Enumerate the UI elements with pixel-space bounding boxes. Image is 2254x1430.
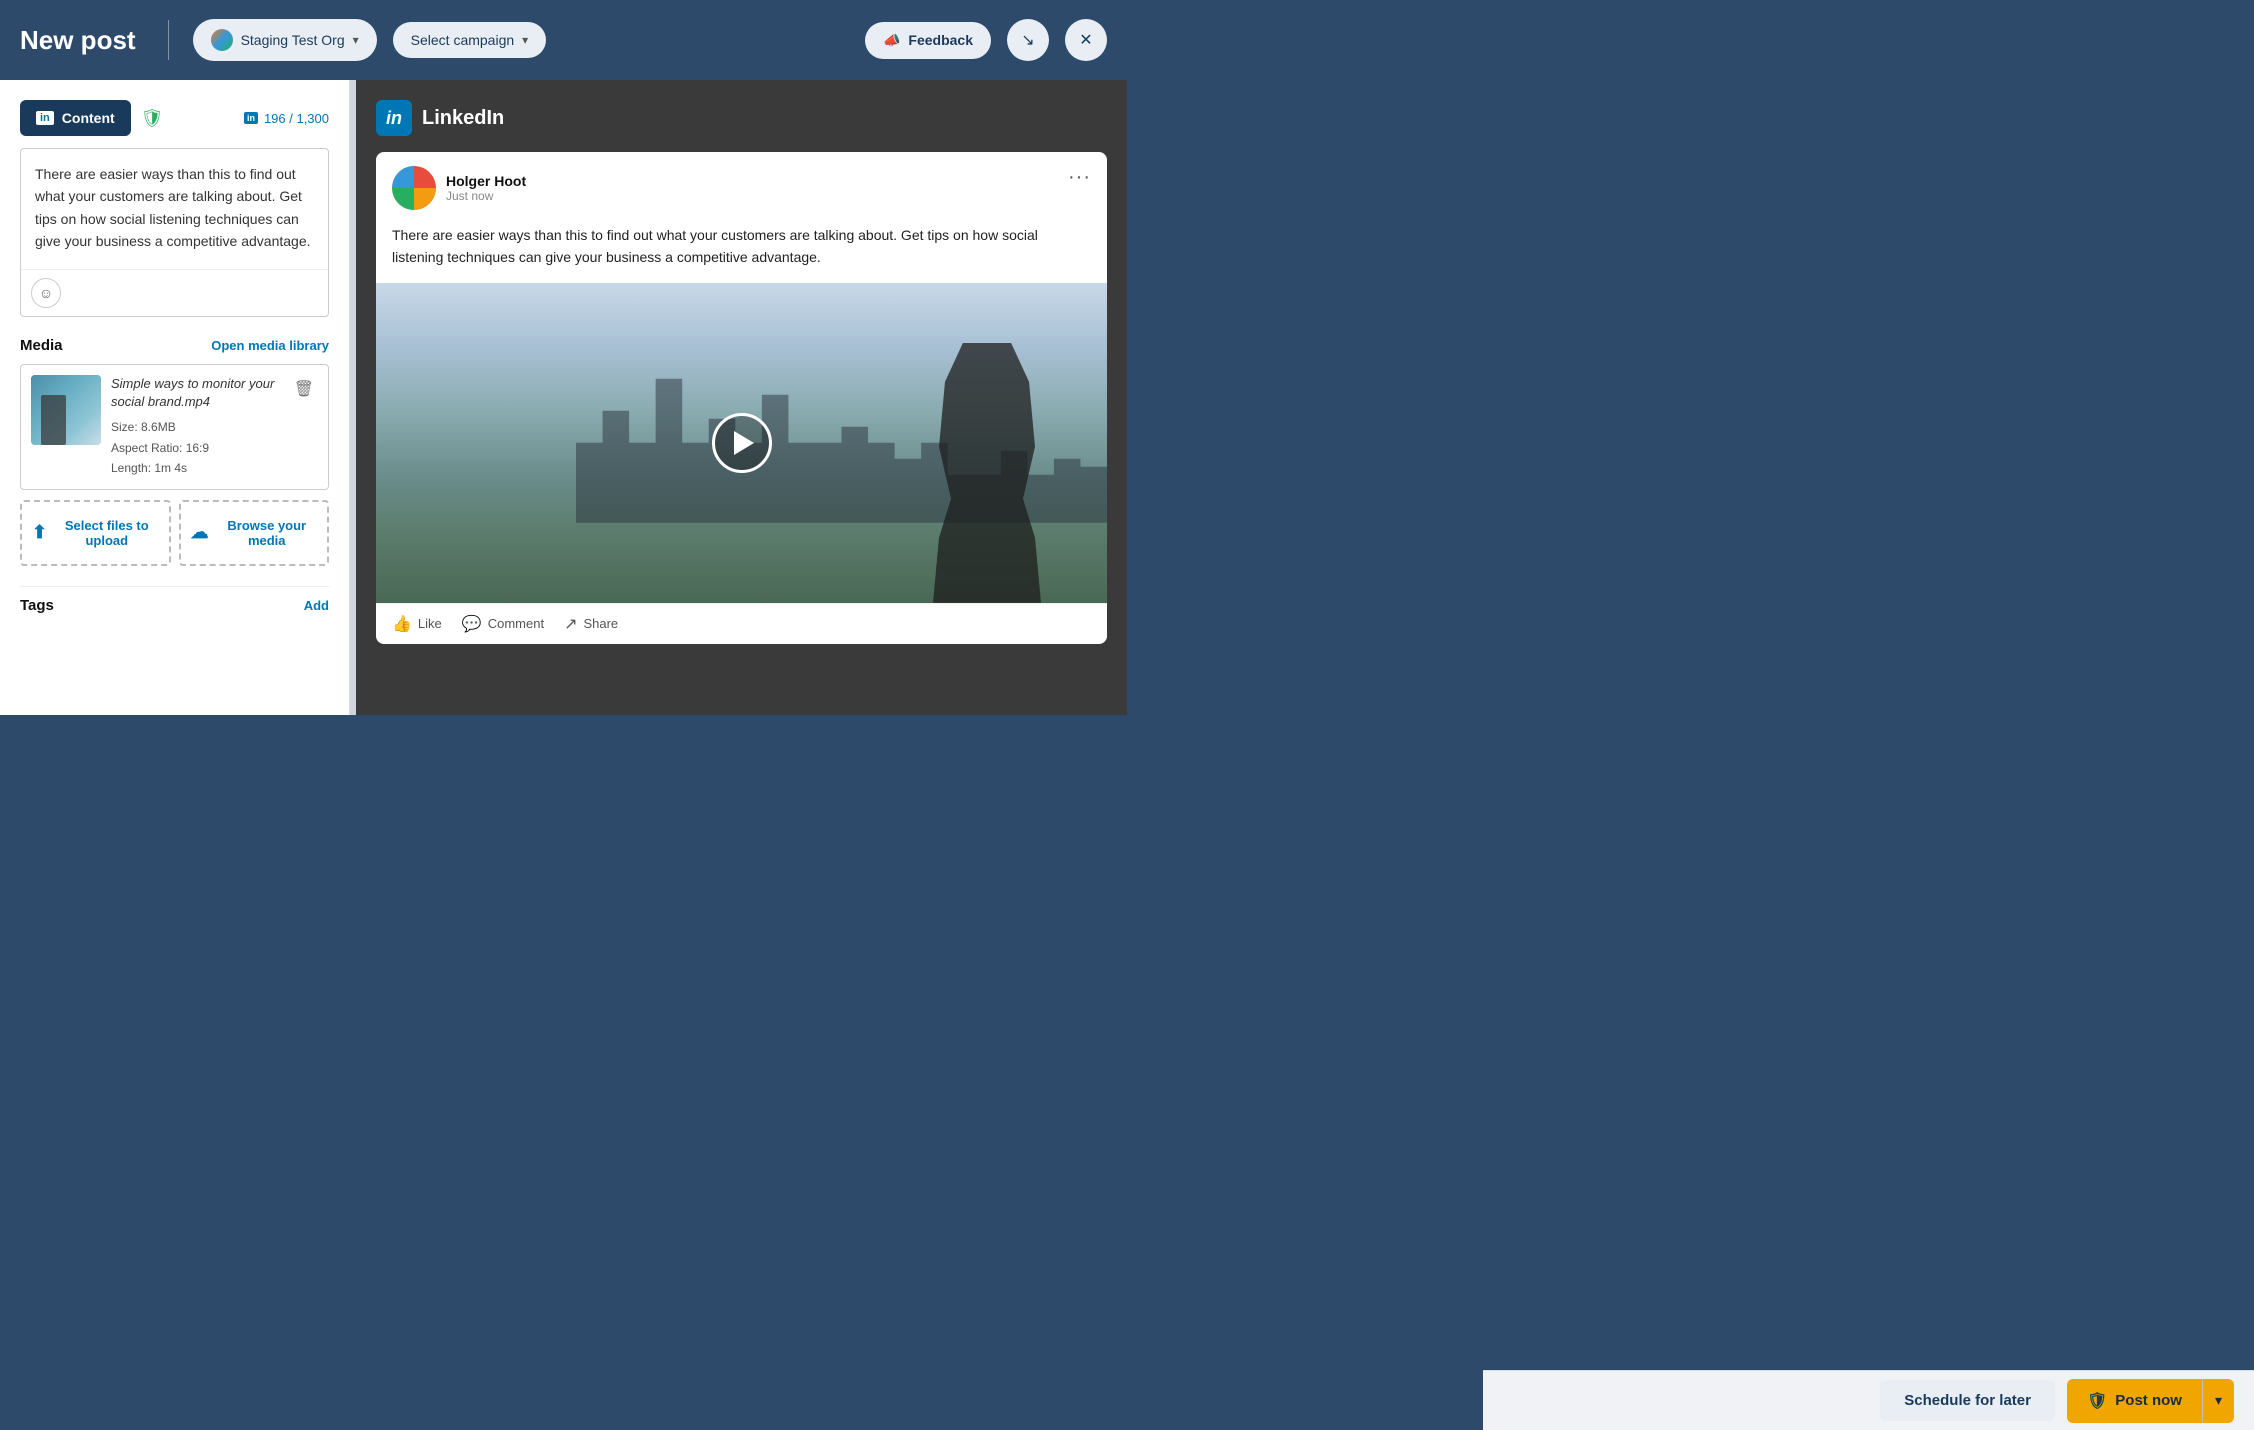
comment-button[interactable]: 💬 Comment [462,614,544,634]
bottom-bar: Schedule for later 🛡 Post now ▾ [1483,1370,2254,1430]
post-actions: 👍 Like 💬 Comment ↗ Share [376,603,1107,644]
shield-icon: 🛡 [141,108,164,129]
delete-media-button[interactable]: 🗑 [290,375,318,403]
post-now-chevron-button[interactable]: ▾ [2203,1379,2234,1423]
left-panel: in Content 🛡 in 196 / 1,300 There are ea… [0,80,350,715]
play-icon [734,431,754,455]
upload-row: ⬆ Select files to upload ☁ Browse your m… [20,500,329,566]
share-icon: ↗ [564,614,577,634]
char-count-icon: in [244,112,258,124]
close-icon: ✕ [1079,30,1092,50]
share-button[interactable]: ↗ Share [564,614,618,634]
trash-icon: 🗑 [294,381,314,398]
open-media-library-link[interactable]: Open media library [211,338,329,353]
post-now-group: 🛡 Post now ▾ [2067,1379,2234,1423]
page-title: New post [20,25,136,56]
tags-label: Tags [20,597,54,614]
media-size: Size: 8.6MB Aspect Ratio: 16:9 Length: 1… [111,417,280,478]
post-card: Holger Hoot Just now ··· There are easie… [376,152,1107,644]
content-tab-label: Content [62,110,115,126]
header: New post Staging Test Org ▾ Select campa… [0,0,1127,80]
author-avatar [392,166,436,210]
linkedin-tab-icon: in [36,111,54,125]
browse-icon: ☁ [191,522,209,543]
schedule-later-button[interactable]: Schedule for later [1880,1380,2055,1421]
comment-label: Comment [488,616,544,631]
org-chevron-icon: ▾ [353,33,359,47]
org-name: Staging Test Org [241,32,345,48]
post-now-shield-icon: 🛡 [2087,1391,2107,1411]
text-area-toolbar: ☺ [21,269,328,316]
linkedin-logo: in [376,100,412,136]
feedback-label: Feedback [908,32,973,48]
right-panel: in LinkedIn Holger Hoot Just now ··· The… [356,80,1127,715]
campaign-selector[interactable]: Select campaign ▾ [393,22,547,58]
campaign-label: Select campaign [411,32,515,48]
thumbnail-image [31,375,101,445]
video-overlay [376,283,1107,603]
select-files-label: Select files to upload [55,518,158,548]
post-now-button[interactable]: 🛡 Post now [2067,1379,2202,1423]
post-preview-text: There are easier ways than this to find … [376,224,1107,283]
post-text-content[interactable]: There are easier ways than this to find … [21,149,328,269]
like-button[interactable]: 👍 Like [392,614,442,634]
browse-media-label: Browse your media [217,518,318,548]
emoji-icon: ☺ [39,285,53,301]
more-options-button[interactable]: ··· [1068,166,1091,189]
media-item: Simple ways to monitor your social brand… [20,364,329,490]
post-image [376,283,1107,603]
preview-header: in LinkedIn [376,100,1107,136]
content-tab[interactable]: in Content [20,100,131,136]
main-layout: in Content 🛡 in 196 / 1,300 There are ea… [0,80,1127,715]
select-files-button[interactable]: ⬆ Select files to upload [20,500,171,566]
comment-icon: 💬 [462,614,482,634]
org-selector[interactable]: Staging Test Org ▾ [193,19,377,61]
char-count-value: 196 / 1,300 [264,111,329,126]
content-tab-header: in Content 🛡 in 196 / 1,300 [20,100,329,136]
media-file-name: Simple ways to monitor your social brand… [111,375,280,411]
minimize-button[interactable]: ↘ [1007,19,1049,61]
post-text-area-wrapper: There are easier ways than this to find … [20,148,329,317]
share-label: Share [583,616,618,631]
minimize-icon: ↘ [1021,30,1034,50]
post-card-header: Holger Hoot Just now ··· [376,152,1107,224]
post-now-label: Post now [2115,1392,2182,1409]
like-label: Like [418,616,442,631]
campaign-chevron-icon: ▾ [522,33,528,47]
media-section-header: Media Open media library [20,337,329,354]
media-title: Media [20,337,63,354]
post-author: Holger Hoot Just now [392,166,526,210]
media-thumbnail [31,375,101,445]
preview-platform-name: LinkedIn [422,107,504,130]
tags-add-button[interactable]: Add [304,598,329,613]
thumbnail-figure [41,395,66,445]
emoji-button[interactable]: ☺ [31,278,61,308]
author-name: Holger Hoot [446,173,526,189]
browse-media-button[interactable]: ☁ Browse your media [179,500,330,566]
org-icon [211,29,233,51]
like-icon: 👍 [392,614,412,634]
feedback-button[interactable]: 📣 Feedback [865,22,991,59]
media-info: Simple ways to monitor your social brand… [111,375,280,479]
chevron-down-icon: ▾ [2215,1392,2222,1408]
play-button[interactable] [712,413,772,473]
header-divider [168,20,169,60]
author-avatar-image [392,166,436,210]
upload-icon: ⬆ [32,522,47,543]
megaphone-icon: 📣 [883,32,900,49]
close-button[interactable]: ✕ [1065,19,1107,61]
author-time: Just now [446,189,526,203]
author-info: Holger Hoot Just now [446,173,526,203]
char-count: in 196 / 1,300 [244,111,329,126]
tags-row: Tags Add [20,586,329,614]
